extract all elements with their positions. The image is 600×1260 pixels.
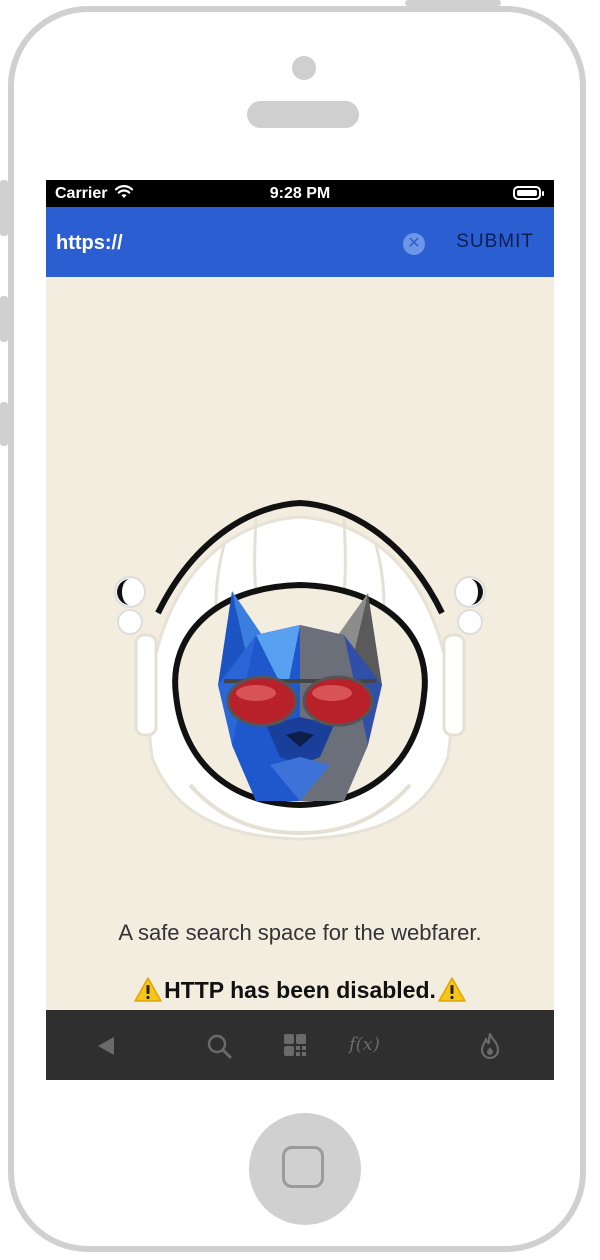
search-icon[interactable] [206, 1032, 234, 1060]
status-bar: Carrier 9:28 PM [46, 180, 554, 207]
front-camera [292, 56, 316, 80]
earpiece-speaker [247, 101, 359, 128]
astronaut-dog-logo [114, 499, 486, 841]
battery-icon [513, 186, 544, 200]
home-button[interactable] [249, 1113, 361, 1225]
home-square-icon [282, 1146, 324, 1188]
url-bar: ✕ SUBMIT [46, 207, 554, 277]
http-warning: HTTP has been disabled. [46, 977, 554, 1004]
app-screen: Carrier 9:28 PM ✕ SUBMIT [46, 180, 554, 1080]
mute-switch [0, 180, 8, 236]
volume-down-button [0, 402, 8, 446]
warning-icon [134, 977, 162, 1002]
function-icon[interactable]: f(x) [349, 1034, 380, 1062]
clock: 9:28 PM [269, 185, 331, 202]
back-icon[interactable] [94, 1032, 118, 1060]
warning-text: HTTP has been disabled. [164, 977, 436, 1003]
tagline: A safe search space for the webfarer. [118, 920, 482, 945]
grid-icon[interactable] [282, 1032, 308, 1060]
bottom-toolbar: f(x) [46, 1010, 554, 1080]
submit-button[interactable]: SUBMIT [450, 231, 534, 255]
url-input[interactable] [56, 229, 386, 257]
volume-up-button [0, 296, 8, 342]
clear-icon[interactable]: ✕ [403, 233, 425, 255]
flame-icon[interactable] [478, 1032, 502, 1060]
warning-icon [438, 977, 466, 1002]
main-content: A safe search space for the webfarer. HT… [46, 277, 554, 1010]
